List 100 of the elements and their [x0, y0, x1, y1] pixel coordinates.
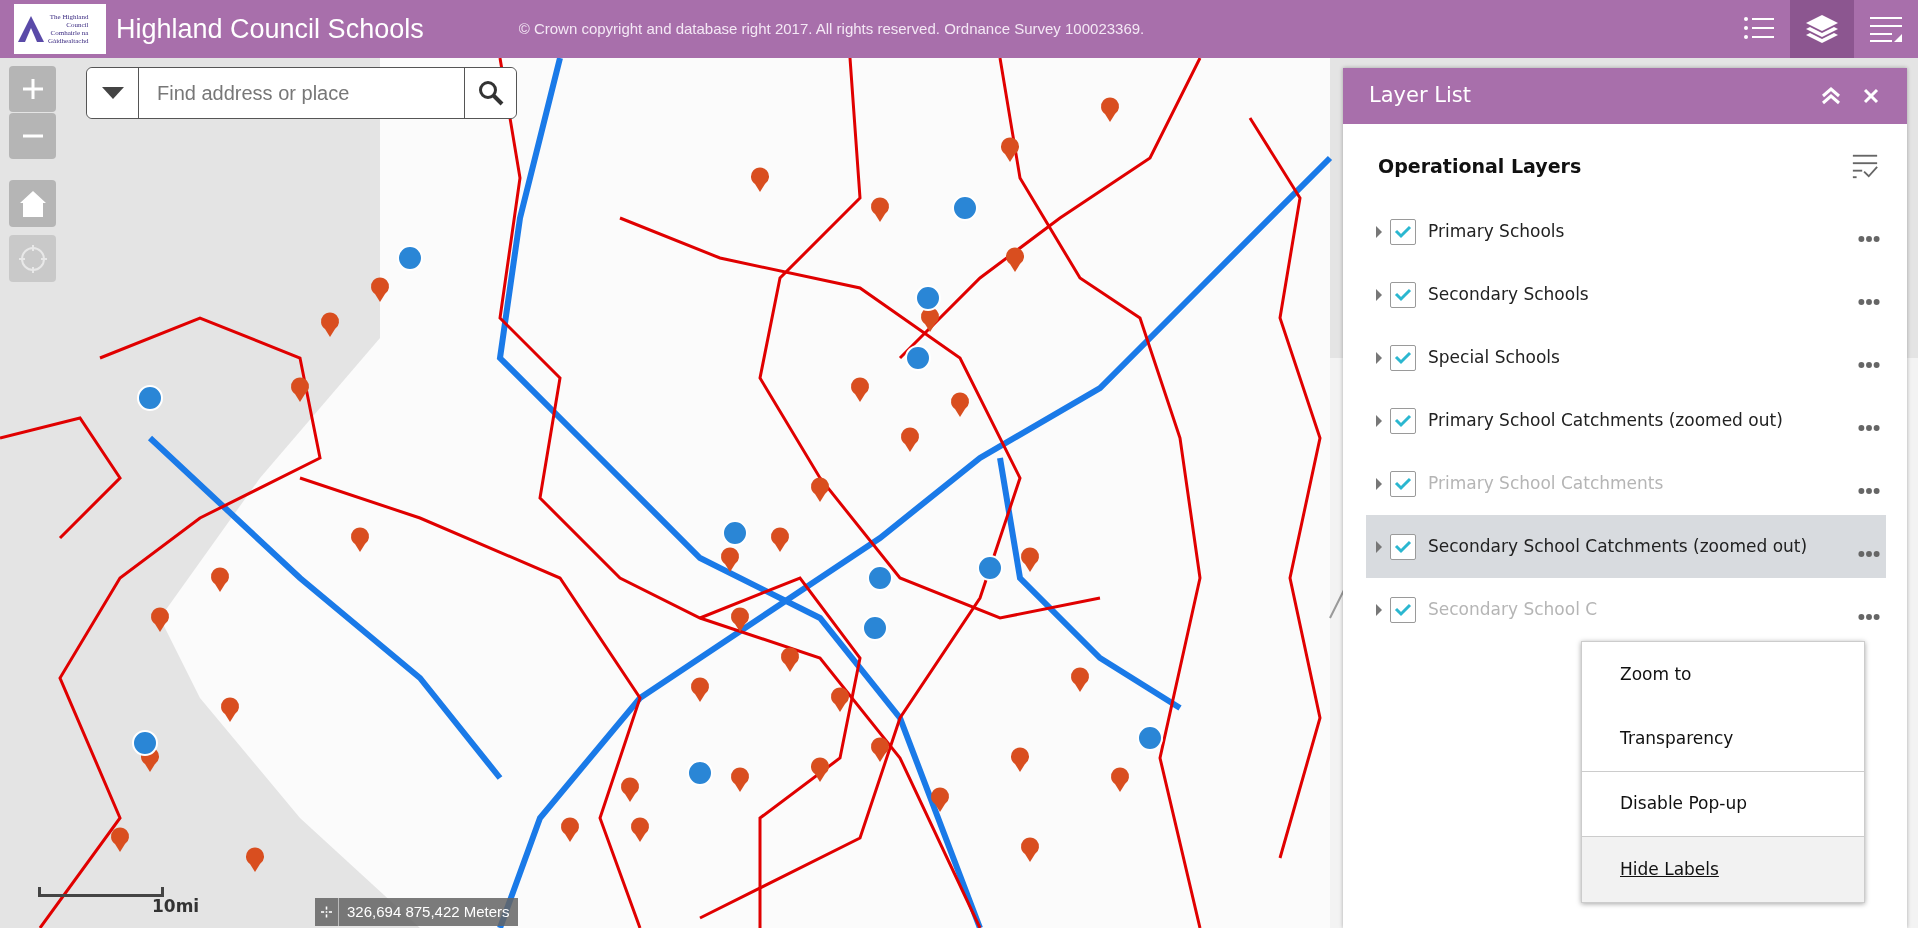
layers-icon [1804, 12, 1840, 46]
map-pin-icon[interactable] [811, 477, 829, 502]
layer-row[interactable]: Secondary Schools [1366, 263, 1886, 326]
check-icon [1394, 287, 1412, 302]
layer-label: Special Schools [1428, 345, 1561, 369]
zoom-in-icon [20, 77, 45, 101]
map-pin-icon[interactable] [831, 687, 849, 712]
map-pin-icon[interactable] [351, 527, 369, 552]
more-icon [1858, 612, 1880, 621]
map-pin-icon[interactable] [1011, 747, 1029, 772]
layer-checkbox[interactable] [1390, 596, 1416, 623]
layer-label: Primary School Catchments (zoomed out) [1428, 408, 1784, 432]
map-pin-icon[interactable] [871, 737, 889, 762]
layer-checkbox[interactable] [1390, 344, 1416, 371]
map-pin-icon[interactable] [1021, 837, 1039, 862]
layer-row[interactable]: Secondary School Catchments (zoomed out) [1366, 515, 1886, 578]
map-pin-icon[interactable] [1111, 767, 1129, 792]
panel-title: Layer List [1369, 82, 1472, 110]
map-pin-icon[interactable] [211, 567, 229, 592]
crosshair-icon [321, 905, 332, 919]
app-title: Highland Council Schools [116, 12, 424, 46]
layer-label: Secondary Schools [1428, 282, 1590, 306]
map-pin-icon[interactable] [631, 817, 649, 842]
map-pin-icon[interactable] [901, 427, 919, 452]
map-pin-icon[interactable] [1006, 247, 1024, 272]
menu-item[interactable]: Disable Pop-up [1582, 772, 1864, 837]
expand-icon[interactable] [1376, 414, 1382, 427]
map-pin-icon[interactable] [921, 307, 939, 332]
zoom-in-button[interactable] [9, 66, 56, 112]
search-button[interactable] [464, 68, 516, 118]
map-pin-icon[interactable] [561, 817, 579, 842]
home-button[interactable] [9, 180, 56, 227]
menu-item[interactable]: Zoom to [1582, 642, 1864, 707]
layer-checkbox[interactable] [1390, 470, 1416, 497]
chevrons-up-icon [1821, 87, 1841, 105]
menu-item[interactable]: Hide Labels [1582, 837, 1864, 902]
map-pin-icon[interactable] [111, 827, 129, 852]
check-icon [1394, 224, 1412, 239]
map-pin-icon[interactable] [1001, 137, 1019, 162]
map-pin-icon[interactable] [721, 547, 739, 572]
map-pin-icon[interactable] [731, 607, 749, 632]
expand-icon[interactable] [1376, 477, 1382, 490]
map-pin-icon[interactable] [751, 167, 769, 192]
more-icon [1858, 549, 1880, 558]
menu-item[interactable]: Transparency [1582, 707, 1864, 772]
zoom-out-icon [20, 134, 45, 138]
map-pin-icon[interactable] [931, 787, 949, 812]
close-icon [1863, 88, 1879, 104]
map-pin-icon[interactable] [691, 677, 709, 702]
map-pin-icon[interactable] [221, 697, 239, 722]
search-box[interactable]: Find address or place [86, 67, 517, 119]
check-icon [1394, 602, 1412, 617]
map-pin-icon[interactable] [1021, 547, 1039, 572]
layer-label: Secondary School Catchments (zoomed out) [1428, 534, 1809, 558]
map-pin-icon[interactable] [321, 312, 339, 337]
expand-icon[interactable] [1376, 225, 1382, 238]
more-icon [1858, 297, 1880, 306]
check-icon [1394, 413, 1412, 428]
layer-row[interactable]: Primary Schools [1366, 200, 1886, 263]
layer-label: Primary School Catchments [1428, 471, 1665, 495]
copyright-text: © Crown copyright and database right 2017. All rights reserved. Ordnance Survey 100023369. [518, 18, 1146, 39]
map-pin-icon[interactable] [951, 392, 969, 417]
map-pin-icon[interactable] [731, 767, 749, 792]
more-icon [1858, 486, 1880, 495]
map-pin-icon[interactable] [1071, 667, 1089, 692]
expand-icon[interactable] [1376, 603, 1382, 616]
checklist-icon [1851, 152, 1879, 180]
layer-checkbox[interactable] [1390, 281, 1416, 308]
layer-checkbox[interactable] [1390, 218, 1416, 245]
check-icon [1394, 539, 1412, 554]
coordinates-text: 326,694 875,422 Meters [346, 902, 511, 922]
check-icon [1394, 476, 1412, 491]
caret-icon [101, 87, 124, 99]
layer-checkbox[interactable] [1390, 407, 1416, 434]
layer-checkbox[interactable] [1390, 533, 1416, 560]
layer-row[interactable]: Special Schools [1366, 326, 1886, 389]
layer-row[interactable]: Primary School Catchments (zoomed out) [1366, 389, 1886, 452]
expand-icon[interactable] [1376, 288, 1382, 301]
map-pin-icon[interactable] [811, 757, 829, 782]
map-pin-icon[interactable] [851, 377, 869, 402]
map-pin-icon[interactable] [151, 607, 169, 632]
map-pin-icon[interactable] [291, 377, 309, 402]
map-pin-icon[interactable] [371, 277, 389, 302]
locate-icon [18, 244, 47, 273]
search-dropdown-button[interactable] [87, 68, 139, 118]
map-pin-icon[interactable] [621, 777, 639, 802]
map-pin-icon[interactable] [781, 647, 799, 672]
map-pin-icon[interactable] [1101, 97, 1119, 122]
search-icon [477, 80, 504, 106]
layer-label: Primary Schools [1428, 219, 1566, 243]
scale-label: 10mi [152, 895, 200, 918]
map-pin-icon[interactable] [771, 527, 789, 552]
layers-button[interactable] [1790, 0, 1854, 58]
map-pin-icon[interactable] [871, 197, 889, 222]
expand-icon[interactable] [1376, 540, 1382, 553]
map-pin-icon[interactable] [246, 847, 264, 872]
section-title: Operational Layers [1378, 153, 1582, 179]
more-icon [1858, 234, 1880, 243]
expand-icon[interactable] [1376, 351, 1382, 364]
more-icon [1858, 423, 1880, 432]
